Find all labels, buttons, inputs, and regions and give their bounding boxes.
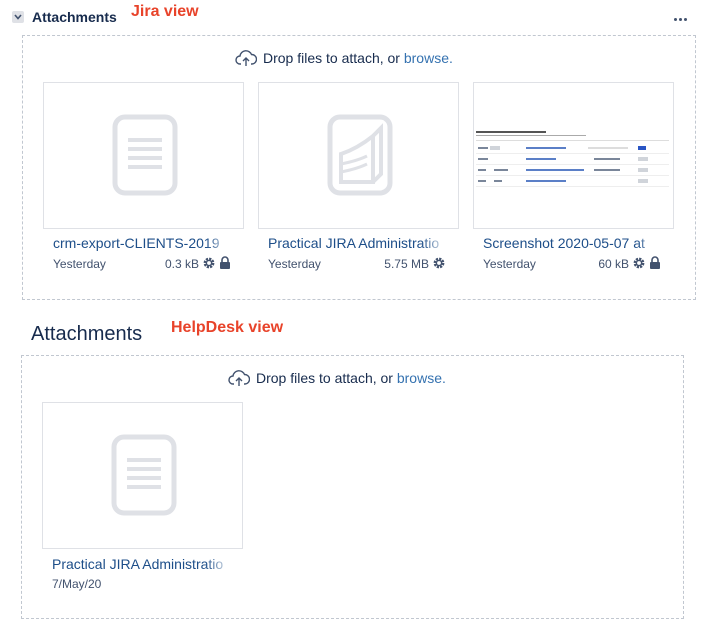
- attachment-thumbnail[interactable]: [258, 82, 459, 229]
- pdf-icon: [327, 114, 393, 196]
- helpdesk-dropzone[interactable]: Drop files to attach, or browse. Practic…: [21, 355, 684, 619]
- attachment-size: 0.3 kB: [164, 257, 199, 271]
- attachment-date: 7/May/20: [52, 577, 102, 591]
- attachment-size: 5.75 MB: [384, 257, 429, 271]
- gear-icon[interactable]: [202, 256, 216, 270]
- gear-icon[interactable]: [432, 256, 446, 270]
- more-actions-button[interactable]: [671, 12, 691, 26]
- jira-attachments-header: Attachments: [12, 8, 697, 28]
- dropzone-text: Drop files to attach, or: [263, 50, 404, 66]
- attachment-thumbnail[interactable]: [43, 82, 244, 229]
- annotation-helpdesk-view: HelpDesk view: [171, 319, 284, 336]
- attachment-name[interactable]: crm-export-CLIENTS-2019: [53, 235, 233, 251]
- attachment-date: Yesterday: [53, 257, 106, 271]
- dropzone-message: Drop files to attach, or browse.: [228, 370, 446, 388]
- attachment-date: Yesterday: [268, 257, 321, 271]
- attachment-thumbnail[interactable]: [473, 82, 674, 229]
- document-icon: [111, 434, 177, 516]
- collapse-toggle[interactable]: [12, 11, 24, 23]
- more-dot: [679, 18, 682, 21]
- browse-link[interactable]: browse.: [404, 50, 453, 66]
- attachment-name[interactable]: Practical JIRA Administratio: [268, 235, 448, 251]
- more-dot: [684, 18, 687, 21]
- dropzone-text: Drop files to attach, or: [256, 370, 397, 386]
- lock-icon: [220, 256, 230, 269]
- image-preview: [476, 131, 669, 188]
- lock-icon: [650, 256, 660, 269]
- cloud-upload-icon: [235, 50, 257, 67]
- dropzone-message: Drop files to attach, or browse.: [235, 50, 453, 68]
- jira-dropzone[interactable]: Drop files to attach, or browse. crm-exp…: [22, 35, 696, 300]
- attachment-name[interactable]: Screenshot 2020-05-07 at: [483, 235, 663, 251]
- jira-attachments-title[interactable]: Attachments: [32, 9, 117, 25]
- chevron-down-icon: [14, 14, 22, 20]
- document-icon: [112, 114, 178, 196]
- attachment-size: 60 kB: [598, 257, 629, 271]
- gear-icon[interactable]: [632, 256, 646, 270]
- helpdesk-attachments-title: Attachments: [31, 323, 143, 345]
- attachment-date: Yesterday: [483, 257, 536, 271]
- browse-link[interactable]: browse.: [397, 370, 446, 386]
- more-dots-icon: [674, 18, 677, 21]
- attachment-name[interactable]: Practical JIRA Administratio: [52, 556, 232, 572]
- cloud-upload-icon: [228, 370, 250, 387]
- annotation-jira-view: Jira view: [131, 3, 199, 20]
- attachment-thumbnail[interactable]: [42, 402, 243, 549]
